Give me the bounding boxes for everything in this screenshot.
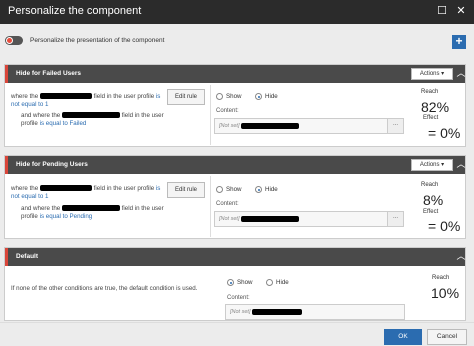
redacted-field	[39, 93, 92, 100]
restore-icon[interactable]: ☐	[436, 5, 448, 17]
show-option[interactable]: Show	[216, 93, 241, 100]
window-title: Personalize the component	[8, 5, 142, 17]
redacted-field	[39, 185, 92, 192]
hide-radio[interactable]	[255, 93, 262, 100]
condition-text: and where the field in the user profile …	[21, 205, 165, 221]
dialog-footer: OK Cancel	[0, 322, 474, 346]
cond-prefix: and where the	[21, 112, 61, 119]
condition-section-default: Default ︿ If none of the other condition…	[4, 247, 466, 321]
divider	[210, 176, 211, 237]
cond-mid: field in the user profile	[93, 93, 155, 100]
show-label: Show	[226, 186, 242, 194]
edit-rule-button[interactable]: Edit rule	[167, 182, 205, 198]
hide-option[interactable]: Hide	[266, 279, 289, 286]
collapse-icon[interactable]: ︿	[456, 68, 466, 78]
cond-prefix: where the	[11, 93, 39, 100]
section-header: Hide for Failed Users Actions ▾ ︿	[5, 65, 466, 83]
condition-section-failed: Hide for Failed Users Actions ▾ ︿ where …	[4, 64, 466, 147]
redacted-field	[61, 205, 120, 212]
toggle-knob	[6, 37, 13, 44]
personalize-toolbar: Personalize the presentation of the comp…	[0, 29, 474, 51]
ok-button[interactable]: OK	[384, 329, 422, 345]
show-label: Show	[226, 93, 242, 101]
show-label: Show	[237, 279, 253, 287]
divider	[210, 85, 211, 145]
hide-radio[interactable]	[266, 279, 273, 286]
redacted-content	[252, 309, 302, 315]
hide-option[interactable]: Hide	[255, 186, 278, 193]
show-radio[interactable]	[216, 93, 223, 100]
hide-label: Hide	[265, 93, 278, 101]
reach-value: 8%	[423, 192, 444, 208]
cond-prefix: and where the	[21, 205, 61, 212]
browse-button[interactable]: ...	[387, 119, 403, 133]
reach-value: 10%	[431, 285, 460, 301]
hide-radio[interactable]	[255, 186, 262, 193]
cancel-button[interactable]: Cancel	[427, 329, 467, 345]
condition-text: and where the field in the user profile …	[21, 112, 165, 128]
hide-option[interactable]: Hide	[255, 93, 278, 100]
section-header: Hide for Pending Users Actions ▾ ︿	[5, 156, 466, 174]
actions-dropdown[interactable]: Actions ▾	[411, 159, 453, 171]
section-title: Hide for Pending Users	[16, 161, 88, 168]
show-option[interactable]: Show	[227, 279, 252, 286]
redacted-field	[61, 112, 120, 119]
content-placeholder: [Not set]	[219, 123, 240, 129]
show-radio[interactable]	[227, 279, 234, 286]
content-label: Content:	[227, 295, 250, 301]
content-label: Content:	[216, 201, 239, 207]
content-placeholder: [Not set]	[230, 309, 251, 315]
title-bar: Personalize the component ☐ ✕	[0, 0, 474, 24]
content-field[interactable]: [Not set] ...	[214, 118, 404, 134]
add-condition-button[interactable]: +	[452, 35, 466, 49]
cond-operator-link[interactable]: is equal to Failed	[40, 120, 87, 127]
cond-mid: field in the user profile	[93, 185, 155, 192]
effect-value: = 0%	[428, 218, 461, 234]
reach-label: Reach	[421, 182, 439, 188]
browse-button[interactable]: ...	[387, 212, 403, 226]
collapse-icon[interactable]: ︿	[456, 251, 466, 261]
personalize-toggle[interactable]	[5, 36, 23, 45]
effect-value: = 0%	[428, 125, 461, 141]
hide-label: Hide	[265, 186, 278, 194]
effect-label: Effect	[423, 209, 439, 215]
personalize-label: Personalize the presentation of the comp…	[30, 37, 165, 44]
cond-prefix: where the	[11, 185, 39, 192]
reach-label: Reach	[421, 89, 439, 95]
content-field[interactable]: [Not set]	[225, 304, 405, 320]
content-placeholder: [Not set]	[219, 216, 240, 222]
effect-label: Effect	[423, 115, 439, 121]
section-title: Hide for Failed Users	[16, 70, 82, 77]
hide-label: Hide	[276, 279, 289, 287]
edit-rule-button[interactable]: Edit rule	[167, 89, 205, 105]
reach-value: 82%	[421, 99, 450, 115]
content-label: Content:	[216, 108, 239, 114]
show-radio[interactable]	[216, 186, 223, 193]
section-title: Default	[16, 253, 39, 260]
collapse-icon[interactable]: ︿	[456, 159, 466, 169]
redacted-content	[241, 216, 299, 222]
section-header: Default ︿	[5, 248, 466, 266]
actions-dropdown[interactable]: Actions ▾	[411, 68, 453, 80]
condition-text: where the field in the user profile is n…	[11, 93, 163, 109]
condition-text: where the field in the user profile is n…	[11, 185, 163, 201]
reach-label: Reach	[432, 275, 450, 281]
default-description: If none of the other conditions are true…	[11, 285, 198, 292]
condition-section-pending: Hide for Pending Users Actions ▾ ︿ where…	[4, 155, 466, 239]
content-field[interactable]: [Not set] ...	[214, 211, 404, 227]
redacted-content	[241, 123, 299, 129]
cond-operator-link[interactable]: is equal to Pending	[40, 213, 93, 220]
close-icon[interactable]: ✕	[455, 5, 467, 17]
show-option[interactable]: Show	[216, 186, 241, 193]
